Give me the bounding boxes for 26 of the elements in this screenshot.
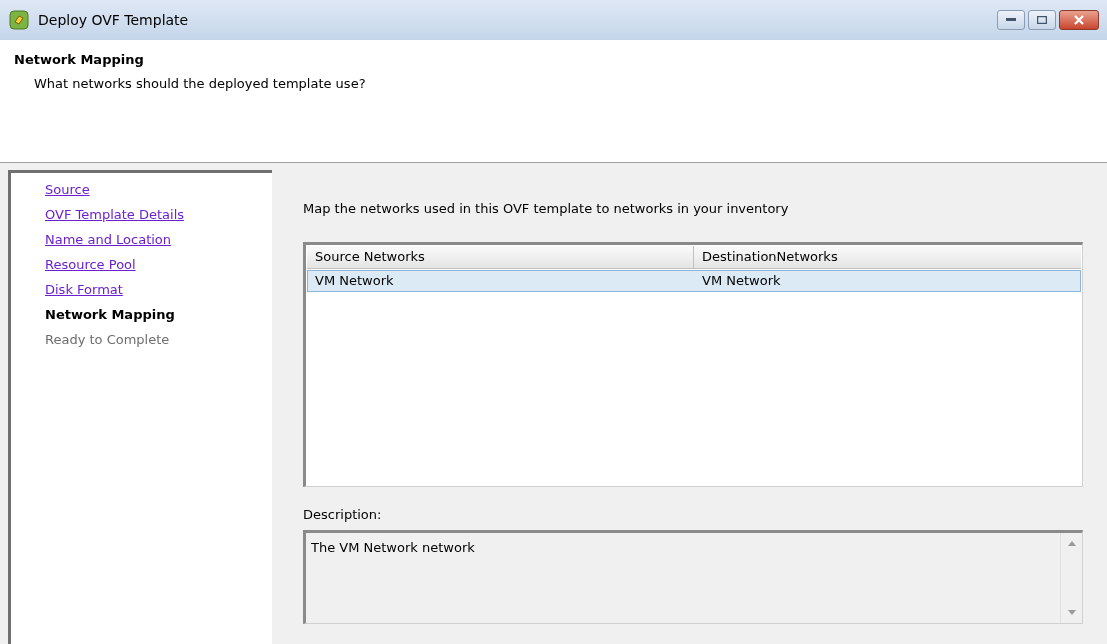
- table-row[interactable]: VM Network VM Network: [307, 269, 1081, 292]
- step-link[interactable]: OVF Template Details: [45, 202, 185, 227]
- description-box[interactable]: The VM Network network: [303, 530, 1083, 624]
- maximize-icon: [1037, 16, 1047, 24]
- step-link[interactable]: Disk Format: [45, 277, 123, 302]
- page-subtitle: What networks should the deployed template use?: [33, 74, 367, 93]
- app-icon: [8, 9, 30, 31]
- description-label: Description:: [303, 505, 383, 524]
- maximize-button[interactable]: [1028, 10, 1056, 30]
- step-link[interactable]: Source: [45, 177, 90, 202]
- step-link[interactable]: Name and Location: [45, 227, 172, 252]
- column-header[interactable]: Source Networks: [307, 245, 694, 268]
- close-icon: [1074, 15, 1084, 25]
- description-text: The VM Network network: [310, 539, 476, 557]
- step-link[interactable]: Resource Pool: [45, 252, 136, 277]
- table-cell-text: VM Network: [314, 271, 395, 290]
- minimize-button[interactable]: [997, 10, 1025, 30]
- step-label: Ready to Complete: [45, 331, 170, 349]
- window-title: Deploy OVF Template: [38, 10, 189, 30]
- column-header[interactable]: DestinationNetworks: [694, 245, 1081, 268]
- table-cell-text: VM Network: [701, 271, 782, 290]
- step-label: Network Mapping: [45, 306, 175, 324]
- page-heading: Network Mapping: [14, 51, 145, 69]
- instruction-text: Map the networks used in this OVF template to networks in your inventory: [303, 200, 790, 218]
- minimize-icon: [1006, 18, 1016, 22]
- close-button[interactable]: [1059, 10, 1099, 30]
